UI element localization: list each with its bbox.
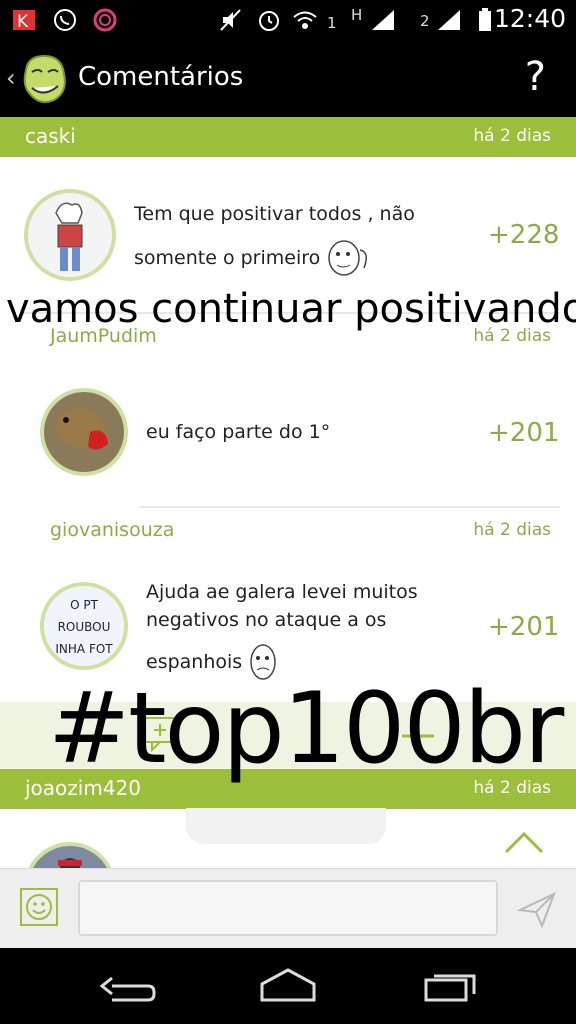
chevron-up-icon[interactable]: [502, 828, 546, 856]
whatsapp-icon: [54, 9, 76, 31]
app-notification-icon: [93, 8, 117, 32]
avatar-image: [28, 193, 112, 277]
avatar[interactable]: [40, 388, 128, 476]
status-time: 12:40: [493, 4, 566, 33]
send-icon[interactable]: [516, 888, 558, 930]
comment-input[interactable]: [78, 880, 498, 936]
comment-header: caski há 2 dias: [0, 117, 576, 157]
comment-time: há 2 dias: [473, 520, 551, 540]
smiley-icon[interactable]: [20, 888, 58, 926]
comment-score[interactable]: +201: [488, 418, 559, 448]
page-title: Comentários: [78, 62, 244, 92]
avatar-image: O PT ROUBOU INHA FOT: [44, 586, 124, 666]
trollface-logo-icon[interactable]: [18, 52, 70, 106]
avatar[interactable]: [24, 189, 116, 281]
overlay-hashtag: #top100br: [48, 672, 564, 786]
question-mark-icon[interactable]: ?: [525, 54, 546, 100]
wifi-icon: [293, 11, 317, 29]
comment-score[interactable]: +228: [488, 220, 559, 250]
divider: [140, 506, 560, 508]
home-icon[interactable]: [256, 966, 320, 1006]
recent-apps-icon[interactable]: [420, 966, 480, 1006]
back-chevron-icon[interactable]: ‹: [6, 64, 16, 92]
avatar-image: [44, 392, 124, 472]
kaspersky-icon: K: [13, 10, 35, 32]
overlay-caption: vamos continuar positivando: [6, 286, 576, 332]
svg-text:K: K: [17, 12, 29, 32]
comment-score[interactable]: +201: [488, 612, 559, 642]
network-type-label: H: [351, 6, 363, 24]
signal-icon-2: [438, 10, 460, 30]
comment-author[interactable]: caski: [25, 124, 76, 148]
comment-author[interactable]: giovanisouza: [50, 519, 174, 541]
sim1-label: 1: [327, 14, 337, 32]
status-bar: K 1 H 2 12:40: [0, 0, 576, 40]
avatar[interactable]: O PT ROUBOU INHA FOT: [40, 582, 128, 670]
comment-time: há 2 dias: [473, 126, 551, 146]
comment-text: Ajuda ae galera levei muitos negativos n…: [146, 578, 418, 682]
sim2-label: 2: [420, 12, 430, 30]
comment-text: eu faço parte do 1°: [146, 421, 331, 443]
meme-face-icon: [328, 240, 368, 276]
signal-icon: [372, 10, 394, 30]
alarm-icon: [259, 11, 279, 31]
back-icon[interactable]: [98, 966, 158, 1006]
toast-shadow: [186, 808, 386, 844]
comment-text: Tem que positivar todos , não somente o …: [134, 192, 415, 280]
mute-icon: [220, 9, 241, 31]
